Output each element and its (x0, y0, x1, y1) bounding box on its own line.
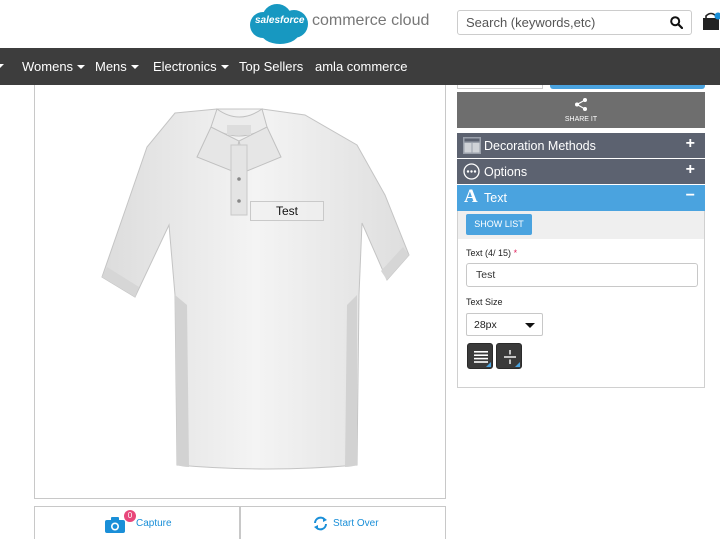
chevron-down-icon (220, 65, 229, 69)
vertical-center-button[interactable] (496, 343, 522, 369)
capture-count-badge: 0 (124, 510, 136, 522)
design-text-element[interactable]: Test (250, 201, 324, 221)
corner-indicator (486, 362, 491, 367)
cart-icon[interactable] (702, 12, 720, 32)
capture-button[interactable]: 0 Capture (34, 506, 240, 539)
share-icon (575, 98, 587, 111)
nav-label: Mens (95, 59, 127, 74)
accordion-options[interactable]: Options + (457, 159, 705, 184)
plus-icon: + (685, 161, 695, 178)
nav-label: amla commerce (315, 59, 408, 74)
logo-word: salesforce (255, 15, 305, 26)
start-over-label: Start Over (333, 518, 379, 529)
chevron-down-icon (525, 323, 535, 328)
text-counter: (4/ 15) (485, 248, 512, 258)
required-mark: * (513, 248, 518, 258)
start-over-button[interactable]: Start Over (240, 506, 446, 539)
share-button[interactable]: SHARE IT (457, 92, 705, 128)
search-icon[interactable] (670, 16, 683, 29)
quantity-field-edge (457, 85, 543, 89)
refresh-icon (314, 516, 327, 531)
text-input[interactable] (466, 263, 698, 287)
text-align-button[interactable] (467, 343, 493, 369)
nav-item-top-sellers[interactable]: Top Sellers (239, 59, 303, 74)
plus-icon: + (685, 135, 695, 152)
corner-indicator (515, 362, 520, 367)
nav-item-electronics[interactable]: Electronics (153, 59, 229, 74)
show-list-button[interactable]: SHOW LIST (466, 214, 532, 235)
chevron-down-icon (130, 65, 139, 69)
accordion-decoration-methods[interactable]: Decoration Methods + (457, 133, 705, 158)
text-font-icon: A (464, 186, 478, 207)
accordion-title: Options (484, 165, 528, 179)
search-input[interactable] (458, 11, 658, 34)
logo-text: commerce cloud (312, 12, 430, 29)
chevron-down-icon[interactable] (0, 64, 4, 68)
main-nav: Womens Mens Electronics Top Sellers amla… (0, 48, 720, 85)
capture-label: Capture (136, 518, 172, 529)
show-list-row: SHOW LIST (458, 211, 704, 239)
add-to-cart-button-edge[interactable] (550, 85, 705, 89)
accordion-title: Text (484, 191, 507, 205)
text-size-value: 28px (474, 319, 497, 331)
nav-item-mens[interactable]: Mens (95, 59, 139, 74)
nav-label: Top Sellers (239, 59, 304, 74)
nav-item-amla-commerce[interactable]: amla commerce (315, 59, 407, 74)
minus-icon: − (685, 187, 695, 204)
text-field-label: Text (466, 248, 483, 258)
search-box (457, 10, 692, 35)
camera-icon (105, 517, 125, 533)
text-panel-body: SHOW LIST Text (4/ 15) * Text Size 28px (457, 211, 705, 388)
accordion-title: Decoration Methods (484, 139, 596, 153)
page: { "header": { "logo_word": "salesforce",… (0, 0, 720, 539)
design-canvas[interactable]: Test (34, 85, 446, 499)
text-size-select[interactable]: 28px (466, 313, 543, 336)
ellipsis-circle-icon (463, 163, 480, 180)
text-field-label-row: Text (4/ 15) * (466, 248, 517, 258)
layout-icon (463, 137, 481, 154)
share-label: SHARE IT (564, 116, 598, 123)
chevron-down-icon (77, 65, 86, 69)
nav-label: Electronics (153, 59, 217, 74)
nav-label: Womens (22, 59, 74, 74)
accordion-text[interactable]: A Text − (457, 185, 705, 211)
text-size-label: Text Size (466, 297, 503, 307)
nav-item-womens[interactable]: Womens (22, 59, 86, 74)
polo-shirt-image (101, 108, 410, 470)
panel-top-strip (457, 85, 705, 89)
